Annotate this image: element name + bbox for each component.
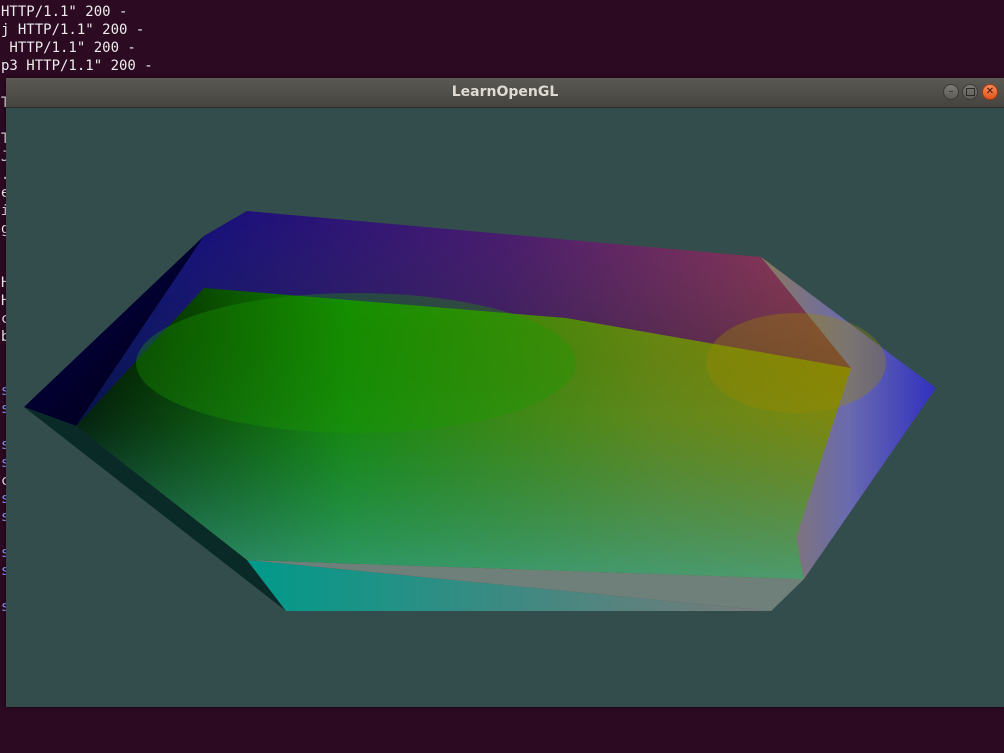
terminal-line: HTTP/1.1" 200 - — [1, 4, 128, 20]
rendered-cube-scene — [24, 211, 936, 611]
maximize-icon — [965, 88, 975, 96]
opengl-window[interactable]: LearnOpenGL – ✕ — [6, 78, 1004, 707]
terminal-line: p3 HTTP/1.1" 200 - — [1, 58, 153, 74]
terminal-line: HTTP/1.1" 200 - — [1, 40, 136, 56]
maximize-button[interactable] — [962, 84, 978, 100]
terminal-line: j HTTP/1.1" 200 - — [1, 22, 145, 38]
minimize-icon: – — [948, 86, 954, 97]
close-button[interactable]: ✕ — [982, 84, 998, 100]
opengl-viewport[interactable] — [6, 108, 1004, 707]
close-icon: ✕ — [985, 86, 995, 97]
minimize-button[interactable]: – — [943, 84, 959, 100]
window-titlebar[interactable]: LearnOpenGL – ✕ — [6, 78, 1004, 108]
window-title: LearnOpenGL — [451, 84, 559, 100]
